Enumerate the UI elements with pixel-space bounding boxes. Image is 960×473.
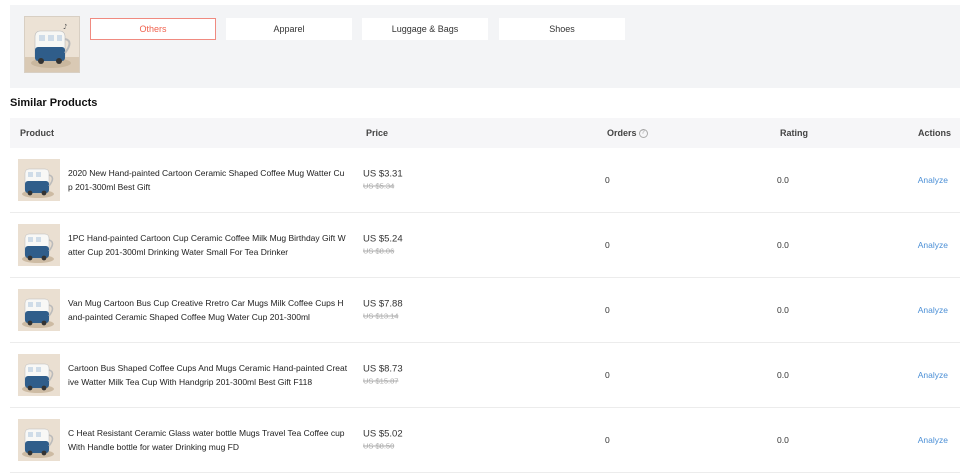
orders-value: 0	[605, 435, 610, 445]
current-price: US $5.24	[363, 233, 403, 245]
category-panel: ♪ Others Apparel Luggage & Bags Shoes	[10, 5, 960, 88]
header-product[interactable]: Product	[20, 118, 54, 148]
product-title[interactable]: 2020 New Hand-painted Cartoon Ceramic Sh…	[68, 166, 348, 194]
product-title[interactable]: C Heat Resistant Ceramic Glass water bot…	[68, 426, 348, 454]
table-row: Cartoon Bus Shaped Coffee Cups And Mugs …	[10, 343, 960, 408]
orders-value: 0	[605, 305, 610, 315]
product-thumbnail[interactable]	[18, 224, 60, 266]
price-cell: US $5.02 US $8.50	[363, 428, 403, 453]
orders-value: 0	[605, 240, 610, 250]
current-price: US $7.88	[363, 298, 403, 310]
svg-text:♪: ♪	[63, 23, 67, 31]
header-orders-label: Orders	[607, 128, 637, 138]
question-circle-icon[interactable]: ?	[638, 129, 648, 139]
tab-others[interactable]: Others	[90, 18, 216, 40]
current-price: US $5.02	[363, 428, 403, 440]
product-thumbnail[interactable]	[18, 354, 60, 396]
table-body: 2020 New Hand-painted Cartoon Ceramic Sh…	[10, 148, 960, 473]
price-cell: US $8.73 US $15.87	[363, 363, 403, 388]
rating-value: 0.0	[777, 370, 789, 380]
original-price: US $13.14	[363, 311, 399, 321]
table-header: Product Price Orders? Rating Actions	[10, 118, 960, 148]
table-row: 1PC Hand-painted Cartoon Cup Ceramic Cof…	[10, 213, 960, 278]
analyze-link[interactable]: Analyze	[918, 175, 948, 185]
price-cell: US $7.88 US $13.14	[363, 298, 403, 323]
product-title[interactable]: Van Mug Cartoon Bus Cup Creative Rretro …	[68, 296, 348, 324]
table-row: 2020 New Hand-painted Cartoon Ceramic Sh…	[10, 148, 960, 213]
rating-value: 0.0	[777, 175, 789, 185]
header-rating[interactable]: Rating	[780, 118, 808, 148]
rating-value: 0.0	[777, 305, 789, 315]
main-product-image: ♪	[24, 16, 80, 73]
rating-value: 0.0	[777, 240, 789, 250]
analyze-link[interactable]: Analyze	[918, 305, 948, 315]
analyze-link[interactable]: Analyze	[918, 240, 948, 250]
tab-luggage-bags[interactable]: Luggage & Bags	[362, 18, 488, 40]
rating-value: 0.0	[777, 435, 789, 445]
original-price: US $8.50	[363, 441, 395, 451]
table-row: Van Mug Cartoon Bus Cup Creative Rretro …	[10, 278, 960, 343]
tab-shoes[interactable]: Shoes	[499, 18, 625, 40]
analyze-link[interactable]: Analyze	[918, 435, 948, 445]
orders-value: 0	[605, 175, 610, 185]
tab-apparel[interactable]: Apparel	[226, 18, 352, 40]
product-title[interactable]: 1PC Hand-painted Cartoon Cup Ceramic Cof…	[68, 231, 348, 259]
price-cell: US $5.24 US $8.06	[363, 233, 403, 258]
product-thumbnail[interactable]	[18, 419, 60, 461]
original-price: US $5.34	[363, 181, 395, 191]
header-actions: Actions	[917, 128, 951, 138]
orders-value: 0	[605, 370, 610, 380]
section-title: Similar Products	[10, 97, 98, 109]
header-price[interactable]: Price	[366, 118, 388, 148]
header-orders[interactable]: Orders?	[607, 118, 648, 148]
analyze-link[interactable]: Analyze	[918, 370, 948, 380]
product-title[interactable]: Cartoon Bus Shaped Coffee Cups And Mugs …	[68, 361, 348, 389]
current-price: US $3.31	[363, 168, 403, 180]
product-thumbnail[interactable]	[18, 289, 60, 331]
original-price: US $15.87	[363, 376, 399, 386]
current-price: US $8.73	[363, 363, 403, 375]
original-price: US $8.06	[363, 246, 395, 256]
price-cell: US $3.31 US $5.34	[363, 168, 403, 193]
product-thumbnail[interactable]	[18, 159, 60, 201]
table-row: C Heat Resistant Ceramic Glass water bot…	[10, 408, 960, 473]
